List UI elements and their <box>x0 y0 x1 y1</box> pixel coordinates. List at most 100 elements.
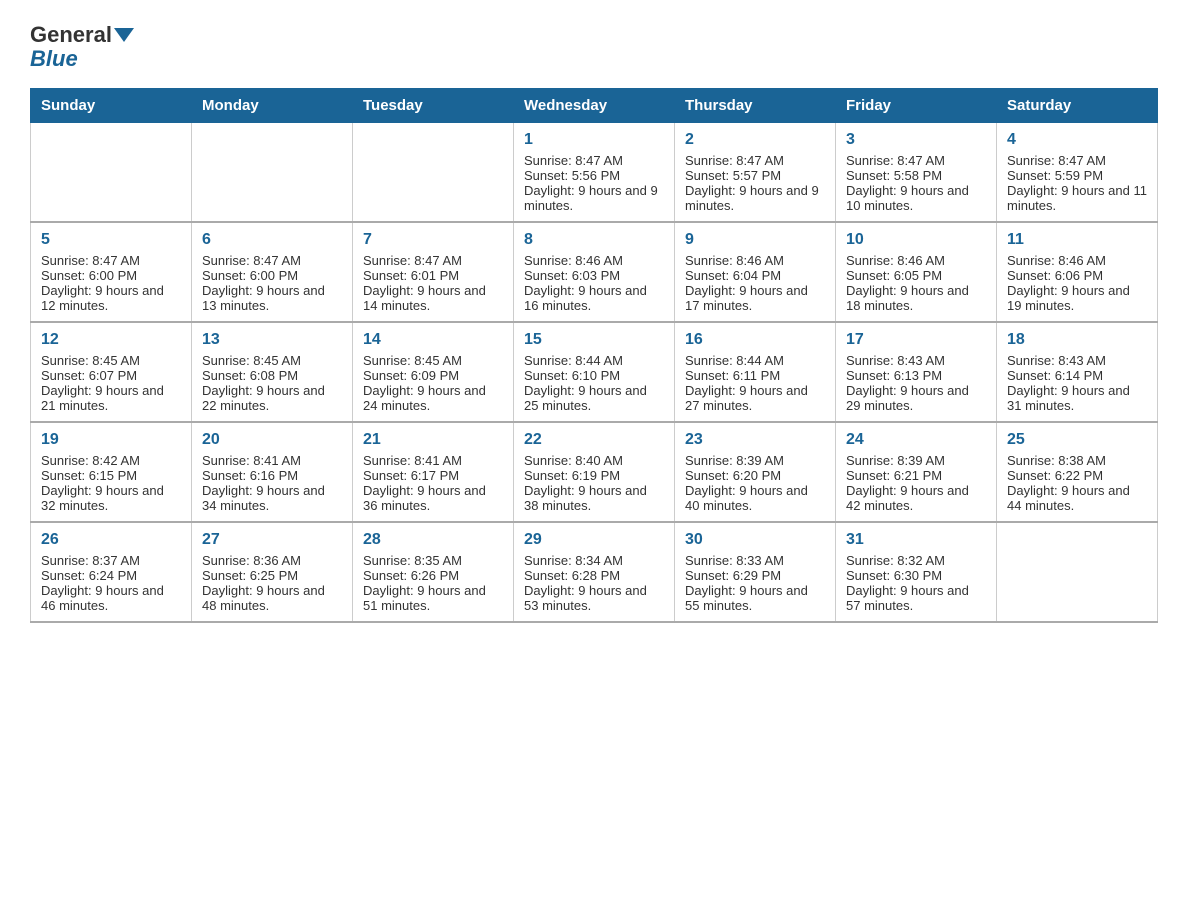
day-info-line: Sunset: 6:07 PM <box>41 368 181 383</box>
day-info-line: Sunset: 6:17 PM <box>363 468 503 483</box>
calendar-cell <box>353 123 514 223</box>
day-info-line: Sunset: 6:14 PM <box>1007 368 1147 383</box>
day-number: 22 <box>524 431 664 449</box>
day-info-line: Sunset: 6:20 PM <box>685 468 825 483</box>
day-number: 9 <box>685 231 825 249</box>
day-info-line: Daylight: 9 hours and 57 minutes. <box>846 583 986 613</box>
day-info-line: Sunrise: 8:45 AM <box>41 353 181 368</box>
day-info-line: Sunset: 6:24 PM <box>41 568 181 583</box>
day-number: 21 <box>363 431 503 449</box>
calendar-cell: 21Sunrise: 8:41 AMSunset: 6:17 PMDayligh… <box>353 422 514 522</box>
calendar-header: SundayMondayTuesdayWednesdayThursdayFrid… <box>31 89 1158 123</box>
day-info-line: Sunrise: 8:33 AM <box>685 553 825 568</box>
day-info-line: Sunset: 6:15 PM <box>41 468 181 483</box>
day-info-line: Sunrise: 8:41 AM <box>202 453 342 468</box>
day-info-line: Daylight: 9 hours and 24 minutes. <box>363 383 503 413</box>
day-info-line: Sunset: 6:01 PM <box>363 268 503 283</box>
day-info-line: Daylight: 9 hours and 21 minutes. <box>41 383 181 413</box>
calendar-cell: 6Sunrise: 8:47 AMSunset: 6:00 PMDaylight… <box>192 222 353 322</box>
day-info-line: Sunrise: 8:35 AM <box>363 553 503 568</box>
calendar-week-row: 19Sunrise: 8:42 AMSunset: 6:15 PMDayligh… <box>31 422 1158 522</box>
day-info-line: Daylight: 9 hours and 36 minutes. <box>363 483 503 513</box>
calendar-table: SundayMondayTuesdayWednesdayThursdayFrid… <box>30 88 1158 623</box>
calendar-cell: 27Sunrise: 8:36 AMSunset: 6:25 PMDayligh… <box>192 522 353 622</box>
day-info-line: Daylight: 9 hours and 48 minutes. <box>202 583 342 613</box>
day-info-line: Daylight: 9 hours and 34 minutes. <box>202 483 342 513</box>
day-info-line: Daylight: 9 hours and 38 minutes. <box>524 483 664 513</box>
day-info-line: Daylight: 9 hours and 55 minutes. <box>685 583 825 613</box>
calendar-cell: 15Sunrise: 8:44 AMSunset: 6:10 PMDayligh… <box>514 322 675 422</box>
day-info-line: Sunset: 6:16 PM <box>202 468 342 483</box>
day-info-line: Sunrise: 8:39 AM <box>685 453 825 468</box>
day-info-line: Sunset: 6:19 PM <box>524 468 664 483</box>
day-info-line: Sunset: 5:59 PM <box>1007 168 1147 183</box>
day-info-line: Daylight: 9 hours and 42 minutes. <box>846 483 986 513</box>
logo: General Blue <box>30 20 136 72</box>
day-info-line: Sunrise: 8:46 AM <box>846 253 986 268</box>
day-info-line: Daylight: 9 hours and 32 minutes. <box>41 483 181 513</box>
day-info-line: Sunrise: 8:44 AM <box>524 353 664 368</box>
calendar-cell: 2Sunrise: 8:47 AMSunset: 5:57 PMDaylight… <box>675 123 836 223</box>
day-info-line: Sunrise: 8:45 AM <box>202 353 342 368</box>
day-info-line: Daylight: 9 hours and 18 minutes. <box>846 283 986 313</box>
day-info-line: Sunrise: 8:47 AM <box>846 153 986 168</box>
day-info-line: Sunset: 6:05 PM <box>846 268 986 283</box>
weekday-header-sunday: Sunday <box>31 89 192 123</box>
day-number: 13 <box>202 331 342 349</box>
day-info-line: Daylight: 9 hours and 46 minutes. <box>41 583 181 613</box>
day-number: 15 <box>524 331 664 349</box>
logo-triangle-icon <box>114 28 134 42</box>
day-number: 29 <box>524 531 664 549</box>
calendar-cell: 16Sunrise: 8:44 AMSunset: 6:11 PMDayligh… <box>675 322 836 422</box>
day-info-line: Daylight: 9 hours and 14 minutes. <box>363 283 503 313</box>
day-info-line: Sunrise: 8:47 AM <box>202 253 342 268</box>
weekday-header-wednesday: Wednesday <box>514 89 675 123</box>
calendar-cell: 30Sunrise: 8:33 AMSunset: 6:29 PMDayligh… <box>675 522 836 622</box>
day-info-line: Sunrise: 8:47 AM <box>524 153 664 168</box>
logo-blue-text: Blue <box>30 46 78 72</box>
calendar-week-row: 5Sunrise: 8:47 AMSunset: 6:00 PMDaylight… <box>31 222 1158 322</box>
day-info-line: Sunrise: 8:37 AM <box>41 553 181 568</box>
day-info-line: Daylight: 9 hours and 29 minutes. <box>846 383 986 413</box>
day-number: 2 <box>685 131 825 149</box>
day-number: 18 <box>1007 331 1147 349</box>
day-info-line: Sunset: 6:28 PM <box>524 568 664 583</box>
day-number: 3 <box>846 131 986 149</box>
day-info-line: Sunset: 6:11 PM <box>685 368 825 383</box>
calendar-cell: 4Sunrise: 8:47 AMSunset: 5:59 PMDaylight… <box>997 123 1158 223</box>
day-info-line: Sunrise: 8:47 AM <box>685 153 825 168</box>
calendar-cell: 17Sunrise: 8:43 AMSunset: 6:13 PMDayligh… <box>836 322 997 422</box>
page-header: General Blue <box>30 20 1158 72</box>
day-info-line: Sunset: 6:09 PM <box>363 368 503 383</box>
calendar-week-row: 1Sunrise: 8:47 AMSunset: 5:56 PMDaylight… <box>31 123 1158 223</box>
calendar-cell: 18Sunrise: 8:43 AMSunset: 6:14 PMDayligh… <box>997 322 1158 422</box>
day-info-line: Sunrise: 8:47 AM <box>363 253 503 268</box>
day-number: 25 <box>1007 431 1147 449</box>
day-number: 16 <box>685 331 825 349</box>
calendar-cell: 20 Sunrise: 8:41 AMSunset: 6:16 PMDayligh… <box>192 422 353 522</box>
day-number: 4 <box>1007 131 1147 149</box>
day-info-line: Sunset: 5:57 PM <box>685 168 825 183</box>
calendar-cell: 19Sunrise: 8:42 AMSunset: 6:15 PMDayligh… <box>31 422 192 522</box>
day-info-line: Sunset: 6:04 PM <box>685 268 825 283</box>
day-info-line: Daylight: 9 hours and 53 minutes. <box>524 583 664 613</box>
day-number: 20 <box>202 431 342 449</box>
day-info-line: Daylight: 9 hours and 25 minutes. <box>524 383 664 413</box>
day-info-line: Daylight: 9 hours and 9 minutes. <box>524 183 664 213</box>
day-number: 11 <box>1007 231 1147 249</box>
calendar-cell: 10Sunrise: 8:46 AMSunset: 6:05 PMDayligh… <box>836 222 997 322</box>
day-info-line: Sunrise: 8:34 AM <box>524 553 664 568</box>
day-number: 6 <box>202 231 342 249</box>
calendar-cell <box>192 123 353 223</box>
day-info-line: Sunset: 6:30 PM <box>846 568 986 583</box>
day-info-line: Sunset: 6:22 PM <box>1007 468 1147 483</box>
day-info-line: Sunrise: 8:47 AM <box>41 253 181 268</box>
calendar-cell <box>31 123 192 223</box>
day-number: 24 <box>846 431 986 449</box>
calendar-cell: 29 Sunrise: 8:34 AMSunset: 6:28 PMDayligh… <box>514 522 675 622</box>
day-info-line: Daylight: 9 hours and 19 minutes. <box>1007 283 1147 313</box>
calendar-cell: 7Sunrise: 8:47 AMSunset: 6:01 PMDaylight… <box>353 222 514 322</box>
weekday-header-row: SundayMondayTuesdayWednesdayThursdayFrid… <box>31 89 1158 123</box>
day-number: 5 <box>41 231 181 249</box>
day-info-line: Sunrise: 8:46 AM <box>1007 253 1147 268</box>
